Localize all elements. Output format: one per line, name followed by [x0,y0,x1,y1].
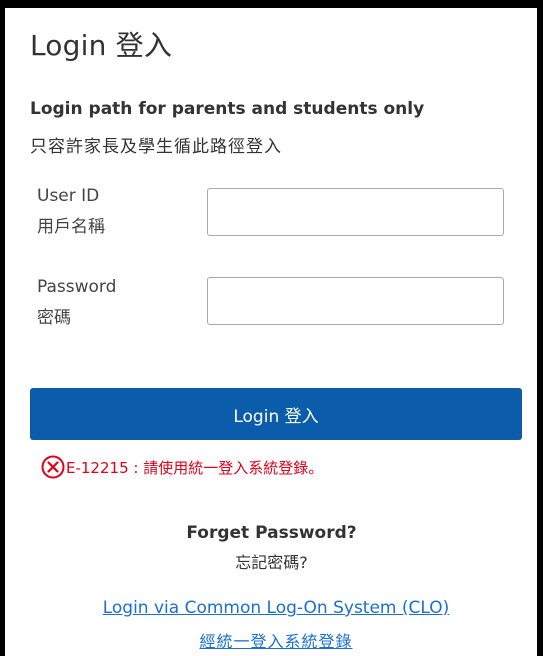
clo-login-link-zh[interactable]: 經統一登入系統登錄 [0,628,543,652]
page-title: Login 登入 [30,29,173,62]
login-button[interactable]: Login 登入 [30,388,522,440]
window-border-top [0,0,543,8]
error-message: E-12215 : 請使用統一登入系統登錄。 [41,454,323,480]
error-text: E-12215 : 請使用統一登入系統登錄。 [66,458,324,477]
user-id-input[interactable] [207,188,504,236]
notice-chinese: 只容許家長及學生循此路徑登入 [30,137,282,157]
notice-english: Login path for parents and students only [30,99,425,119]
password-label: Password 密碼 [37,272,116,334]
password-label-zh: 密碼 [37,308,71,328]
password-label-en: Password [37,277,117,297]
forget-password-link-en[interactable]: Forget Password? [0,523,543,543]
forget-password-link-zh[interactable]: 忘記密碼? [0,549,543,573]
user-id-label: User ID 用戶名稱 [37,181,105,243]
clo-login-link-en[interactable]: Login via Common Log-On System (CLO) [0,598,543,618]
login-panel: Login 登入 Login path for parents and stud… [0,0,543,656]
circle-x-icon [41,455,65,479]
user-id-label-en: User ID [37,186,100,206]
user-id-label-zh: 用戶名稱 [37,217,105,237]
password-input[interactable] [207,277,504,325]
